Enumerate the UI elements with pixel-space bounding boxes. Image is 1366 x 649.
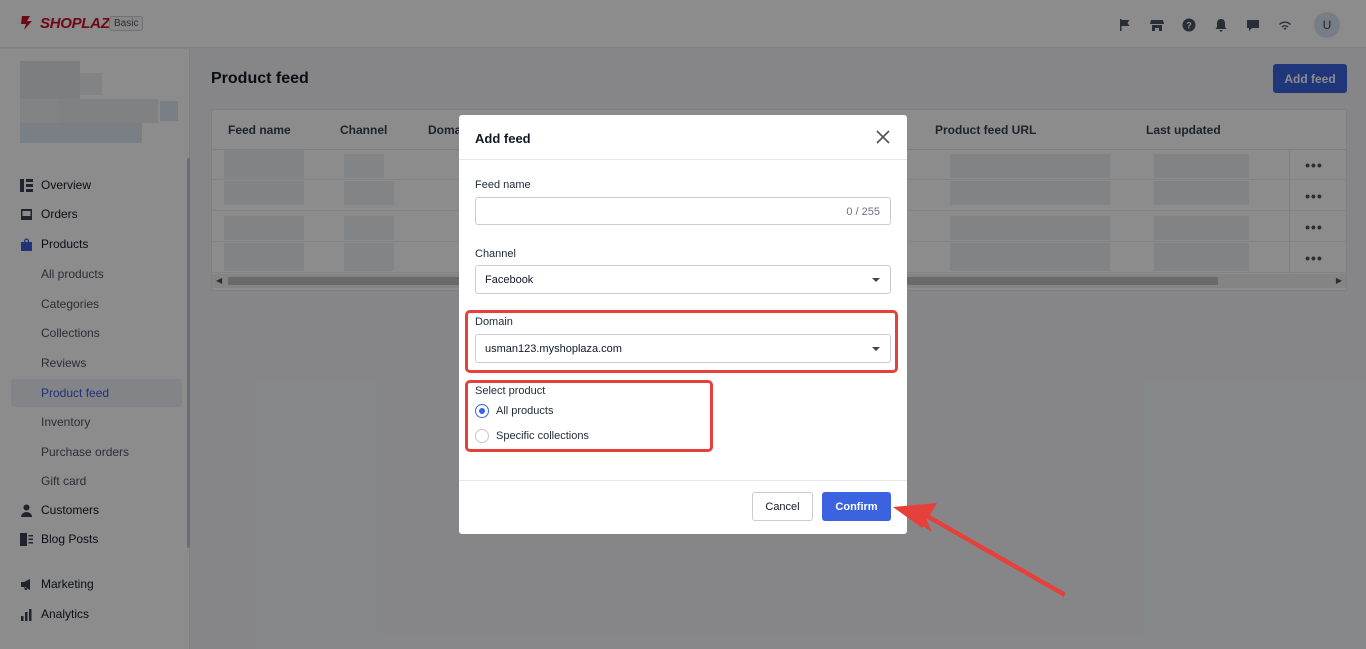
close-icon[interactable] bbox=[875, 129, 893, 147]
feed-name-input[interactable]: 0 / 255 bbox=[475, 197, 891, 225]
channel-value: Facebook bbox=[485, 274, 534, 286]
select-product-highlight-box bbox=[465, 380, 713, 452]
feed-name-label: Feed name bbox=[475, 179, 531, 191]
channel-select[interactable]: Facebook bbox=[475, 265, 891, 294]
dialog-title: Add feed bbox=[475, 131, 531, 146]
cancel-button[interactable]: Cancel bbox=[752, 492, 813, 521]
domain-highlight-box bbox=[465, 310, 898, 373]
divider bbox=[459, 480, 907, 481]
char-counter: 0 / 255 bbox=[846, 206, 880, 218]
divider bbox=[459, 159, 907, 160]
caret-down-icon bbox=[872, 278, 880, 282]
confirm-button[interactable]: Confirm bbox=[822, 492, 891, 521]
channel-label: Channel bbox=[475, 248, 516, 260]
